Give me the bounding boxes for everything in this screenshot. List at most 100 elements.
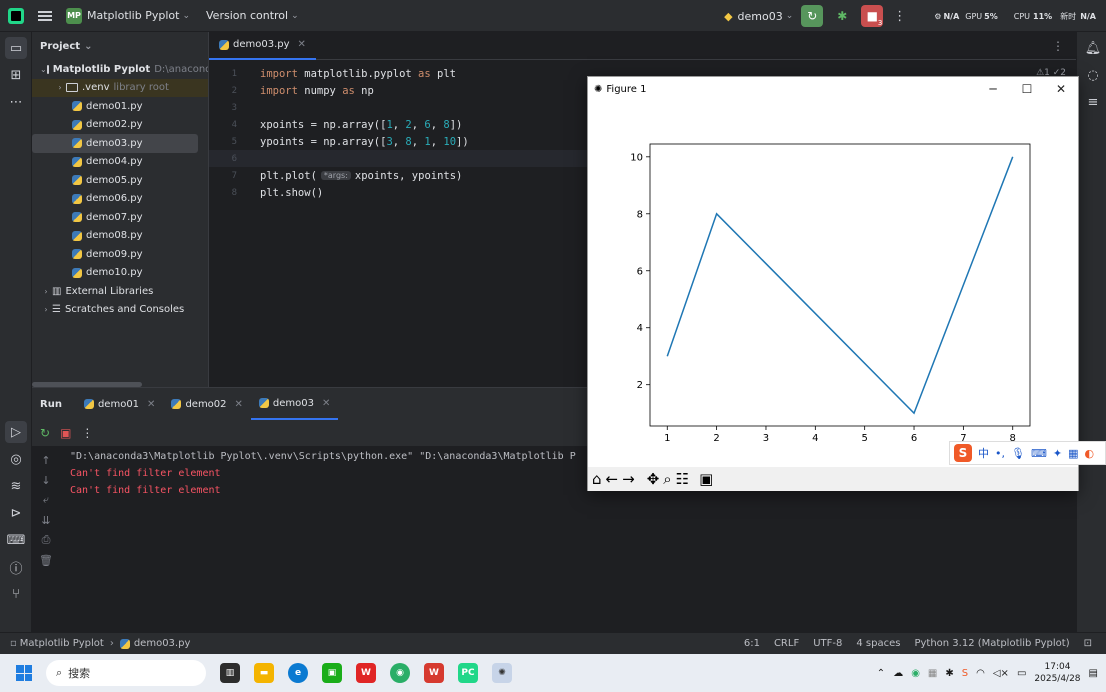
chevron-down-icon[interactable]: ⌄ (84, 41, 92, 52)
minimize-button[interactable]: ─ (976, 77, 1010, 101)
tree-file-item[interactable]: demo09.py (32, 245, 208, 264)
terminal-icon[interactable]: ⌨ (5, 529, 27, 551)
chevron-down-icon[interactable]: ⌄ (182, 11, 190, 21)
more-icon[interactable]: ⋮ (81, 426, 93, 440)
pan-icon[interactable]: ✥ (647, 470, 660, 488)
run-tab-demo02[interactable]: demo02 ✕ (163, 388, 250, 420)
project-switcher[interactable]: Matplotlib Pyplot (87, 9, 179, 22)
tree-file-item[interactable]: demo06.py (32, 190, 208, 209)
tree-external-libraries[interactable]: › ▥ External Libraries (32, 282, 208, 301)
project-badge[interactable]: MP (66, 7, 82, 24)
scroll-up-icon[interactable]: ↑ (32, 450, 60, 470)
ime-tray-icon[interactable]: S (962, 668, 968, 679)
close-icon[interactable]: ✕ (322, 398, 330, 409)
battery-icon[interactable]: ▭ (1017, 668, 1026, 679)
more-actions-icon[interactable]: ⋮ (893, 9, 906, 24)
lock-icon[interactable]: ⊡ (1084, 638, 1092, 649)
notification-center-icon[interactable]: ▤ (1089, 668, 1098, 679)
run-tool-icon[interactable]: ▷ (5, 421, 27, 443)
cloud-icon[interactable]: ☁ (893, 668, 903, 679)
editor-tab-demo03[interactable]: demo03.py ✕ (209, 32, 316, 60)
configure-icon[interactable]: ☷ (676, 470, 689, 488)
matplotlib-taskbar-icon[interactable]: ✺ (492, 663, 512, 683)
run-config-selector[interactable]: demo03 (738, 10, 783, 23)
scroll-down-icon[interactable]: ↓ (32, 470, 60, 490)
ime-menu-icon[interactable]: ◐ (1084, 447, 1094, 460)
line-separator[interactable]: CRLF (774, 638, 799, 649)
stop-button[interactable]: ■ 3 (861, 5, 884, 27)
indent-setting[interactable]: 4 spaces (856, 638, 900, 649)
pycharm-taskbar-icon[interactable]: PC (458, 663, 478, 683)
zoom-icon[interactable]: ⌕ (663, 470, 671, 488)
more-tools-icon[interactable]: ⋯ (5, 91, 27, 113)
console-output[interactable]: "D:\anaconda3\Matplotlib Pyplot\.venv\Sc… (70, 448, 576, 499)
run-tab-demo01[interactable]: demo01 ✕ (76, 388, 163, 420)
forward-icon[interactable]: → (622, 470, 635, 488)
chevron-down-icon[interactable]: ⌄ (786, 11, 794, 21)
python-console-icon[interactable]: ◎ (5, 448, 27, 470)
figure-titlebar[interactable]: ✺ Figure 1 ─ ☐ ✕ (588, 77, 1078, 101)
caret-position[interactable]: 6:1 (744, 638, 760, 649)
trash-icon[interactable]: 🗑︎ (32, 550, 60, 570)
task-view-icon[interactable]: ▥ (220, 663, 240, 683)
tree-file-item[interactable]: demo05.py (32, 171, 208, 190)
store-icon[interactable]: ▣ (322, 663, 342, 683)
breadcrumb-file[interactable]: demo03.py (134, 638, 191, 649)
microphone-icon[interactable]: 🎙︎ (1011, 447, 1025, 460)
collapse-arrow-icon[interactable]: › (40, 305, 52, 314)
close-icon[interactable]: ✕ (147, 399, 155, 410)
rerun-icon[interactable]: ↻ (40, 426, 50, 440)
close-button[interactable]: ✕ (1044, 77, 1078, 101)
problems-icon[interactable]: ⓘ (5, 556, 27, 578)
bluetooth-icon[interactable]: ✱ (945, 668, 953, 679)
tree-file-item[interactable]: demo10.py (32, 264, 208, 283)
services-icon[interactable]: ⊳ (5, 502, 27, 524)
ime-language[interactable]: 中 (978, 445, 989, 461)
main-menu-icon[interactable] (38, 10, 52, 21)
save-icon[interactable]: ▣ (699, 470, 713, 488)
tree-venv[interactable]: › .venv library root (32, 78, 208, 97)
chevron-up-icon[interactable]: ⌃ (877, 668, 885, 679)
print-icon[interactable]: ⎙ (32, 530, 60, 550)
file-encoding[interactable]: UTF-8 (813, 638, 842, 649)
version-control-menu[interactable]: Version control (206, 9, 288, 22)
database-icon[interactable]: ≡ (1082, 91, 1104, 113)
wps-icon[interactable]: W (356, 663, 376, 683)
back-icon[interactable]: ← (606, 470, 619, 488)
tree-root[interactable]: ⌄ Matplotlib Pyplot D:\anacond (32, 60, 208, 79)
collapse-arrow-icon[interactable]: › (40, 287, 52, 296)
taskbar-search[interactable]: ⌕ 搜索 (46, 660, 206, 686)
file-explorer-icon[interactable]: ▬ (254, 663, 274, 683)
notifications-icon[interactable]: 🔔︎ (1082, 37, 1104, 59)
breadcrumb-project[interactable]: Matplotlib Pyplot (20, 638, 104, 649)
scroll-to-end-icon[interactable]: ⇊ (32, 510, 60, 530)
home-icon[interactable]: ⌂ (592, 470, 602, 488)
project-panel-header[interactable]: Project ⌄ (32, 32, 208, 60)
tree-file-item[interactable]: demo01.py (32, 97, 208, 116)
windows-start-icon[interactable] (16, 665, 32, 681)
run-tab-demo03[interactable]: demo03 ✕ (250, 388, 339, 420)
chevron-down-icon[interactable]: ⌄ (291, 11, 299, 21)
clock[interactable]: 17:04 2025/4/28 (1034, 661, 1080, 685)
skin-icon[interactable]: ✦ (1053, 447, 1062, 460)
wps-writer-icon[interactable]: W (424, 663, 444, 683)
project-folder-icon[interactable]: ▭ (5, 37, 27, 59)
ime-logo[interactable]: S (954, 444, 972, 462)
volume-icon[interactable]: ◁× (993, 668, 1009, 679)
tree-file-item[interactable]: demo03.py (32, 134, 198, 153)
debug-icon[interactable]: ✱ (831, 5, 853, 27)
maximize-button[interactable]: ☐ (1010, 77, 1044, 101)
soft-wrap-icon[interactable]: ⤶ (32, 490, 60, 510)
expand-arrow-icon[interactable]: ⌄ (40, 65, 47, 74)
git-icon[interactable]: ⑂ (5, 583, 27, 605)
close-icon[interactable]: ✕ (298, 39, 306, 50)
toolbox-icon[interactable]: ▦ (1068, 447, 1078, 460)
wifi-icon[interactable]: ◠ (976, 668, 985, 679)
line-chart[interactable]: 1 2 3 4 5 6 7 8246810 (588, 101, 1078, 467)
tree-file-item[interactable]: demo08.py (32, 227, 208, 246)
pycharm-logo-icon[interactable] (8, 7, 24, 24)
wechat-tray-icon[interactable]: ◉ (911, 668, 920, 679)
close-icon[interactable]: ✕ (235, 399, 243, 410)
ime-punctuation[interactable]: •, (995, 447, 1005, 460)
stop-icon[interactable]: ▣ (60, 426, 71, 440)
